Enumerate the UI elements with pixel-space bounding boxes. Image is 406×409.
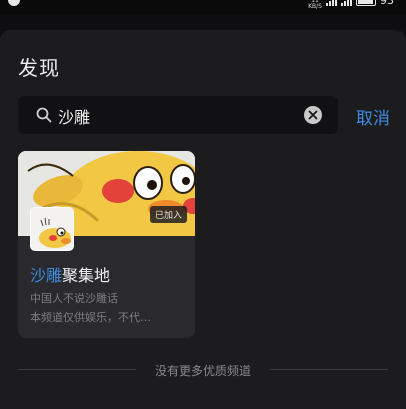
no-more-text: 没有更多优质频道 [154, 364, 251, 378]
search-query[interactable]: 沙雕 [58, 104, 90, 128]
network-speed: 11 KB/S [308, 0, 322, 10]
channel-avatar [30, 207, 74, 251]
joined-badge: 已加入 [149, 206, 187, 223]
end-of-list: 没有更多优质频道 [18, 361, 388, 379]
search-input[interactable]: 沙雕 [18, 96, 338, 134]
notification-icon [8, 0, 20, 6]
status-bar-right: 11 KB/S 93 [308, 0, 394, 10]
channel-description-line2: 本频道仅供娱乐，不代… [30, 311, 151, 324]
channel-description-line1: 中国人不说沙雕话 [30, 292, 118, 305]
cancel-button[interactable]: 取消 [356, 104, 390, 129]
signal-icon [326, 0, 337, 6]
search-icon [36, 107, 52, 123]
channel-card[interactable]: 已加入 沙雕聚集地 中国人不说沙雕话 本频道仅供娱乐，不代… [18, 151, 195, 338]
page-title: 发现 [18, 56, 60, 80]
status-bar: 11 KB/S 93 [0, 0, 406, 14]
clear-icon[interactable] [304, 106, 322, 124]
battery-level: 93 [380, 0, 394, 7]
divider [270, 369, 388, 370]
discover-panel: 发现 沙雕 取消 已加入 沙雕聚集地 中国人不说沙雕话 本频道仅供娱乐，不代… … [0, 30, 406, 409]
battery-icon [356, 0, 376, 6]
channel-name: 沙雕聚集地 [30, 266, 111, 285]
signal-icon [341, 0, 352, 6]
